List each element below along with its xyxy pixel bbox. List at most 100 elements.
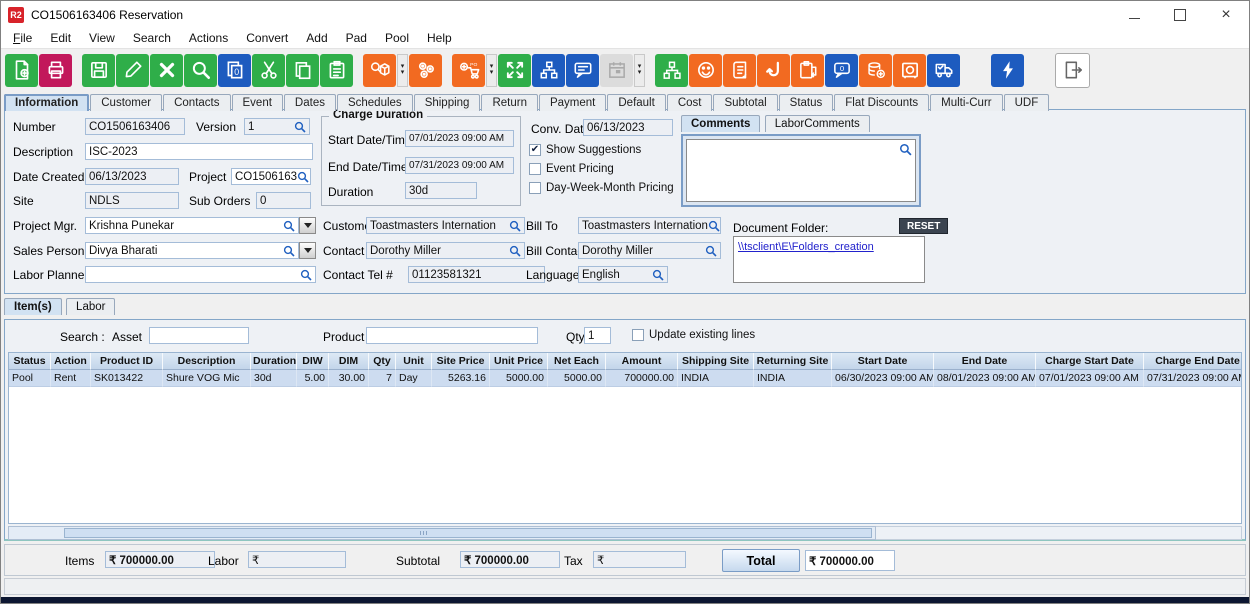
sales-person-field[interactable]: Divya Bharati [85, 242, 299, 259]
menu-search[interactable]: Search [124, 29, 180, 47]
labor-planner-search-icon[interactable] [300, 269, 312, 281]
close-button[interactable]: × [1203, 1, 1249, 28]
scrollbar-thumb[interactable] [64, 528, 872, 538]
menu-file[interactable]: File [4, 29, 41, 47]
col-duration[interactable]: Duration [251, 353, 297, 370]
customer-field[interactable]: Toastmasters Internation [366, 217, 525, 234]
workflow-button[interactable] [532, 54, 565, 87]
dwm-pricing-checkbox[interactable] [529, 182, 541, 194]
menu-view[interactable]: View [80, 29, 124, 47]
tab-customer[interactable]: Customer [90, 94, 162, 112]
clipboard-transfer-button[interactable] [791, 54, 824, 87]
col-shipping-site[interactable]: Shipping Site [678, 353, 754, 370]
exit-button[interactable] [1055, 53, 1090, 88]
coins-add-button[interactable] [859, 54, 892, 87]
contact-search-icon[interactable] [509, 245, 521, 257]
hierarchy-button[interactable] [655, 54, 688, 87]
sales-person-dropdown[interactable] [299, 242, 316, 259]
find-product-dropdown[interactable]: ▾▾ [397, 54, 408, 87]
menu-edit[interactable]: Edit [41, 29, 80, 47]
update-existing-checkbox[interactable] [632, 329, 644, 341]
maximize-button[interactable] [1157, 1, 1203, 28]
tab-labor[interactable]: Labor [66, 298, 115, 315]
vault-button[interactable] [893, 54, 926, 87]
project-mgr-dropdown[interactable] [299, 217, 316, 234]
menu-pool[interactable]: Pool [376, 29, 418, 47]
message-button[interactable] [566, 54, 599, 87]
project-mgr-search-icon[interactable] [283, 220, 295, 232]
contact-field[interactable]: Dorothy Miller [366, 242, 525, 259]
dwm-pricing-row[interactable]: Day-Week-Month Pricing [529, 182, 674, 194]
col-unit[interactable]: Unit [396, 353, 432, 370]
bill-to-field[interactable]: Toastmasters Internation [578, 217, 721, 234]
expand-button[interactable] [498, 54, 531, 87]
comments-search-icon[interactable] [899, 143, 912, 156]
tab-cost[interactable]: Cost [667, 94, 713, 112]
new-document-button[interactable] [5, 54, 38, 87]
version-field[interactable]: 1 [244, 118, 310, 135]
tab-default[interactable]: Default [607, 94, 665, 112]
project-mgr-field[interactable]: Krishna Punekar [85, 217, 299, 234]
show-suggestions-row[interactable]: Show Suggestions [529, 144, 641, 156]
tab-flat-discounts[interactable]: Flat Discounts [834, 94, 929, 112]
col-diw[interactable]: DIW [297, 353, 329, 370]
tab-subtotal[interactable]: Subtotal [713, 94, 777, 112]
scrollbar-track-right[interactable] [876, 526, 1242, 540]
menu-pad[interactable]: Pad [337, 29, 376, 47]
project-field[interactable]: CO1506163 [231, 168, 311, 185]
scrollbar-track[interactable] [8, 526, 876, 540]
horizontal-scrollbar[interactable] [8, 526, 1242, 540]
labor-planner-field[interactable] [85, 266, 316, 283]
print-button[interactable] [39, 54, 72, 87]
customer-search-icon[interactable] [509, 220, 521, 232]
col-site-price[interactable]: Site Price [432, 353, 490, 370]
update-existing-row[interactable]: Update existing lines [632, 329, 755, 341]
col-qty[interactable]: Qty [369, 353, 396, 370]
tab-schedules[interactable]: Schedules [337, 94, 413, 112]
tab-labor-comments[interactable]: LaborComments [765, 115, 870, 132]
paste-button[interactable] [320, 54, 353, 87]
product-input[interactable] [366, 327, 538, 344]
project-search-icon[interactable] [297, 171, 309, 183]
table-row[interactable]: Pool Rent SK013422 Shure VOG Mic 30d 5.0… [9, 370, 1242, 387]
cut-button[interactable] [252, 54, 285, 87]
tab-contacts[interactable]: Contacts [163, 94, 230, 112]
tab-payment[interactable]: Payment [539, 94, 606, 112]
bill-contact-search-icon[interactable] [705, 245, 717, 257]
tab-udf[interactable]: UDF [1004, 94, 1050, 112]
minimize-button[interactable] [1111, 1, 1157, 28]
col-net-each[interactable]: Net Each [548, 353, 606, 370]
copy-zero-button[interactable]: 0 [218, 54, 251, 87]
version-search-icon[interactable] [294, 121, 306, 133]
col-dim[interactable]: DIM [329, 353, 369, 370]
add-po-cart-button[interactable]: PO [452, 54, 485, 87]
menu-add[interactable]: Add [297, 29, 336, 47]
description-input[interactable] [85, 143, 313, 160]
bill-contact-field[interactable]: Dorothy Miller [578, 242, 721, 259]
copy-button[interactable] [286, 54, 319, 87]
lightning-button[interactable] [991, 54, 1024, 87]
receipt-button[interactable] [723, 54, 756, 87]
event-pricing-checkbox[interactable] [529, 163, 541, 175]
find-button[interactable] [184, 54, 217, 87]
col-charge-start-date[interactable]: Charge Start Date [1036, 353, 1144, 370]
save-button[interactable] [82, 54, 115, 87]
tab-return[interactable]: Return [481, 94, 538, 112]
reset-button[interactable]: RESET [899, 218, 948, 234]
tab-event[interactable]: Event [232, 94, 283, 112]
add-po-cart-dropdown[interactable]: ▾▾ [486, 54, 497, 87]
show-suggestions-checkbox[interactable] [529, 144, 541, 156]
language-field[interactable]: English [578, 266, 668, 283]
col-end-date[interactable]: End Date [934, 353, 1036, 370]
tab-information[interactable]: Information [4, 94, 89, 112]
comments-textarea[interactable] [687, 140, 915, 201]
col-start-date[interactable]: Start Date [832, 353, 934, 370]
find-product-button[interactable] [363, 54, 396, 87]
bill-to-search-icon[interactable] [708, 220, 720, 232]
tab-dates[interactable]: Dates [284, 94, 336, 112]
delete-button[interactable] [150, 54, 183, 87]
col-charge-end-date[interactable]: Charge End Date [1144, 353, 1242, 370]
qty-input[interactable] [584, 327, 611, 344]
col-returning-site[interactable]: Returning Site [754, 353, 832, 370]
menu-actions[interactable]: Actions [180, 29, 237, 47]
